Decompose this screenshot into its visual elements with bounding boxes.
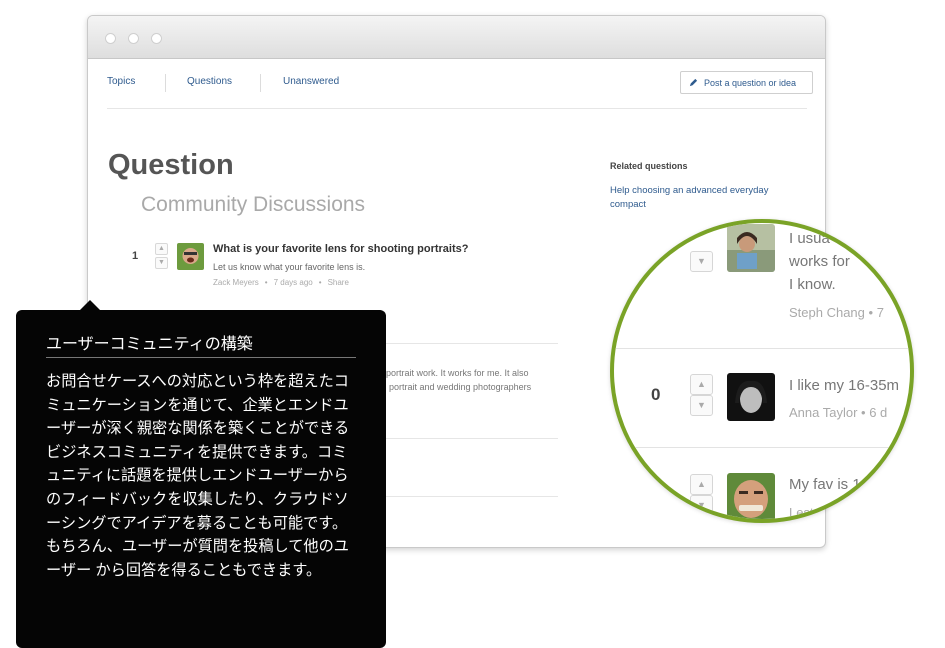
pencil-icon: [689, 78, 698, 87]
answer-divider: [368, 496, 558, 497]
nav-separator: [165, 74, 166, 92]
page-title: Question: [108, 149, 234, 181]
related-questions-heading: Related questions: [610, 161, 688, 171]
window-titlebar: [88, 16, 825, 59]
question-vote-count: 1: [132, 250, 139, 262]
nav-divider: [107, 108, 807, 109]
downvote-button[interactable]: ▼: [155, 257, 168, 269]
answer-divider: [614, 447, 910, 448]
upvote-button[interactable]: ▲: [155, 243, 168, 255]
tooltip-arrow: [80, 300, 100, 310]
tab-questions[interactable]: Questions: [187, 76, 232, 87]
meta-separator: •: [318, 278, 322, 287]
answer-time: 7: [876, 305, 884, 320]
answer-vote-count: 0: [651, 385, 661, 404]
avatar[interactable]: [727, 473, 775, 519]
feature-tooltip: ユーザーコミュニティの構築 お問合せケースへの対応という枠を超えたコミュニケーシ…: [16, 310, 386, 648]
answer-text-line: I know.: [789, 276, 836, 293]
answer-text-line: portrait work. It works for me. It also: [386, 368, 529, 378]
tooltip-divider: [46, 357, 356, 358]
downvote-button[interactable]: ▼: [690, 495, 713, 516]
answer-time: 6 d: [869, 405, 888, 420]
answer-author[interactable]: Anna Taylor: [789, 405, 857, 420]
tab-topics[interactable]: Topics: [107, 76, 135, 87]
question-body: Let us know what your favorite lens is.: [213, 262, 366, 272]
window-close-button[interactable]: [105, 33, 116, 44]
answer-meta: Anna Taylor • 6 d: [789, 405, 887, 420]
tooltip-heading: ユーザーコミュニティの構築: [46, 336, 253, 353]
downvote-button[interactable]: ▼: [690, 251, 713, 272]
answer-divider: [368, 438, 558, 439]
answer-author[interactable]: Lester R: [789, 505, 838, 519]
answer-text-line: works for: [789, 253, 850, 270]
post-question-button[interactable]: Post a question or idea: [680, 71, 813, 94]
meta-separator: •: [861, 405, 870, 420]
nav-bar: Topics Questions Unanswered Post a quest…: [88, 59, 825, 109]
window-maximize-button[interactable]: [151, 33, 162, 44]
share-link[interactable]: Share: [328, 278, 349, 287]
question-time: 7 days ago: [273, 278, 313, 287]
avatar[interactable]: [177, 243, 204, 270]
answer-author[interactable]: Steph Chang: [789, 305, 865, 320]
avatar[interactable]: [727, 224, 775, 272]
magnifier-circle: ▼ I usua works for I know. Steph Chang •…: [610, 219, 914, 523]
tab-unanswered[interactable]: Unanswered: [283, 76, 339, 87]
stage: Topics Questions Unanswered Post a quest…: [0, 0, 945, 648]
answer-text-line: I usua: [789, 230, 830, 247]
question-author[interactable]: Zack Meyers: [213, 278, 259, 287]
related-question-link[interactable]: Help choosing an advanced everyday compa…: [610, 184, 800, 212]
window-minimize-button[interactable]: [128, 33, 139, 44]
meta-separator: •: [264, 278, 268, 287]
question-meta: Zack Meyers • 7 days ago • Share: [213, 278, 349, 287]
tooltip-body: お問合せケースへの対応という枠を超えたコミュニケーションを通じて、企業とエンドユ…: [46, 373, 350, 579]
post-question-label: Post a question or idea: [704, 77, 797, 88]
answer-text-line: portrait and wedding photographers: [389, 382, 532, 392]
avatar[interactable]: [727, 373, 775, 421]
nav-separator: [260, 74, 261, 92]
upvote-button[interactable]: ▲: [690, 374, 713, 395]
downvote-button[interactable]: ▼: [690, 395, 713, 416]
answer-text-line: My fav is 10: [789, 476, 870, 493]
answer-meta: Steph Chang • 7: [789, 305, 884, 320]
question-title[interactable]: What is your favorite lens for shooting …: [213, 243, 468, 255]
answer-text-line: I like my 16-35m: [789, 377, 900, 394]
answer-divider: [368, 343, 558, 344]
meta-separator: •: [868, 305, 877, 320]
answer-divider: [614, 348, 910, 349]
upvote-button[interactable]: ▲: [690, 474, 713, 495]
page-subtitle: Community Discussions: [141, 193, 366, 216]
